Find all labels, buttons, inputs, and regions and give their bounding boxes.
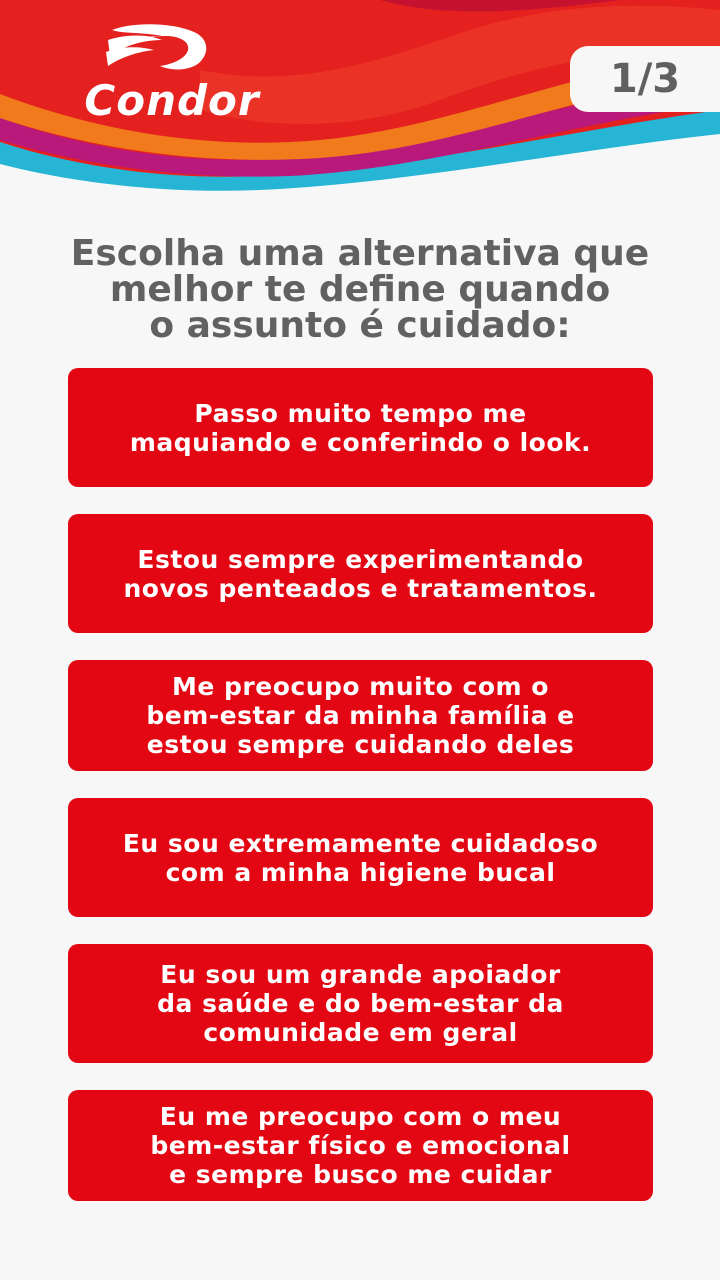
- option-button-6[interactable]: Eu me preocupo com o meu bem-estar físic…: [68, 1090, 653, 1201]
- option-label: Eu me preocupo com o meu bem-estar físic…: [150, 1102, 571, 1189]
- option-button-1[interactable]: Passo muito tempo me maquiando e conferi…: [68, 368, 653, 487]
- option-label: Passo muito tempo me maquiando e conferi…: [129, 398, 592, 457]
- option-label: Me preocupo muito com o bem-estar da min…: [146, 672, 575, 759]
- options-list: Passo muito tempo me maquiando e conferi…: [68, 368, 653, 1228]
- option-label: Eu sou extremamente cuidadoso com a minh…: [122, 828, 599, 887]
- brand-name: Condor: [84, 76, 260, 125]
- option-label: Eu sou um grande apoiador da saúde e do …: [157, 960, 564, 1047]
- page-counter: 1/3: [570, 46, 720, 112]
- condor-bird-icon: [106, 24, 207, 70]
- option-button-5[interactable]: Eu sou um grande apoiador da saúde e do …: [68, 944, 653, 1063]
- header-banner: Condor 1/3: [0, 0, 720, 200]
- option-label: Estou sempre experimentando novos pentea…: [123, 544, 598, 603]
- condor-logo: Condor: [72, 22, 272, 125]
- option-button-2[interactable]: Estou sempre experimentando novos pentea…: [68, 514, 653, 633]
- question-text: Escolha uma alternativa que melhor te de…: [70, 233, 650, 346]
- option-button-4[interactable]: Eu sou extremamente cuidadoso com a minh…: [68, 798, 653, 917]
- option-button-3[interactable]: Me preocupo muito com o bem-estar da min…: [68, 660, 653, 771]
